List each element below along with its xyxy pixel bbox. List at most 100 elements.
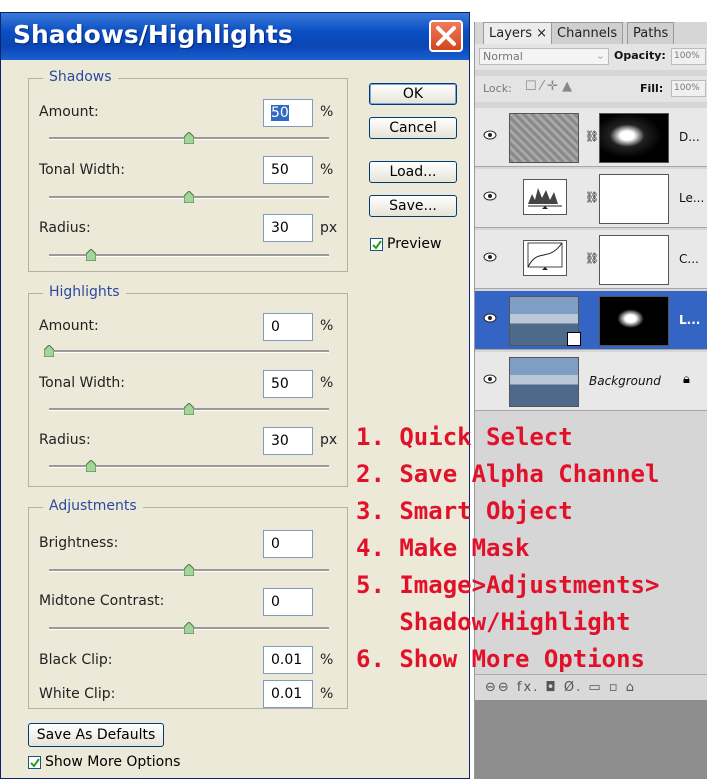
slider-thumb[interactable] [86,249,96,261]
layer-row-selected[interactable]: L... [475,291,707,350]
mask-thumbnail [599,296,669,346]
fill-label: Fill: [640,82,664,95]
shadows-amount-slider[interactable] [49,132,329,144]
close-button[interactable] [429,20,463,52]
shadows-tonal-width-label: Tonal Width: [39,162,125,178]
layers-footer: ⊖⊖ fx. ◘ Ø. ▭ ▫ ⌂ [475,674,707,701]
highlights-tonal-width-input[interactable]: 50 [263,370,313,398]
eye-icon[interactable] [483,374,497,384]
highlights-amount-slider[interactable] [44,345,329,357]
shadows-legend: Shadows [43,69,118,85]
white-clip-input[interactable]: 0.01 [263,680,313,708]
background-thumbnail [509,357,579,407]
shadows-radius-label: Radius: [39,220,91,236]
slider-thumb[interactable] [184,622,194,634]
save-button[interactable]: Save... [369,195,457,217]
highlights-radius-label: Radius: [39,432,91,448]
layer-row[interactable]: ⛓ C... [475,230,707,289]
chain-icon: ⛓ [585,252,599,265]
save-as-defaults-button[interactable]: Save As Defaults [28,723,164,747]
mask-thumbnail [599,113,669,163]
layer-name: D... [679,130,700,144]
slider-thumb[interactable] [184,191,194,203]
brightness-label: Brightness: [39,535,119,551]
highlights-radius-input[interactable]: 30 [263,427,313,455]
step-3: 3. Smart Object [356,497,573,525]
layer-name: Le... [679,191,705,205]
ok-button[interactable]: OK [369,83,457,105]
eye-icon[interactable] [483,130,497,140]
lock-icons[interactable]: ☐ ⁄ ✛ ▲ [525,79,572,94]
mask-thumbnail [599,235,669,285]
eye-icon[interactable] [483,252,497,262]
layer-row[interactable]: ⛓ Le... [475,169,707,228]
close-icon [436,26,456,46]
layer-row[interactable]: ⛓ D... [475,108,707,167]
brightness-slider[interactable] [49,564,329,576]
shadows-amount-unit: % [320,104,334,120]
midtone-contrast-slider[interactable] [49,622,329,634]
tab-paths[interactable]: Paths [627,22,675,44]
blend-mode-select[interactable]: Normal ⌄ [479,48,609,65]
tab-layers[interactable]: Layers × [483,22,554,44]
black-clip-unit: % [320,652,334,668]
midtone-contrast-label: Midtone Contrast: [39,593,165,609]
shadows-tonal-width-slider[interactable] [49,191,329,203]
adjustments-legend: Adjustments [43,498,143,514]
cancel-button[interactable]: Cancel [369,117,457,139]
slider-thumb[interactable] [86,460,96,472]
slider-thumb[interactable] [184,403,194,415]
show-more-options-checkbox[interactable] [28,756,41,769]
highlights-tonal-width-label: Tonal Width: [39,375,125,391]
fill-input[interactable]: 100% [671,80,706,97]
slider-thumb[interactable] [184,564,194,576]
highlights-amount-input[interactable]: 0 [263,313,313,341]
shadows-radius-slider[interactable] [49,249,329,261]
step-4: 4. Make Mask [356,534,530,562]
step-2: 2. Save Alpha Channel [356,460,660,488]
opacity-input[interactable]: 100% [671,48,706,65]
lock-fill-row: Lock: ☐ ⁄ ✛ ▲ Fill: 100% [475,76,707,102]
black-clip-input[interactable]: 0.01 [263,646,313,674]
preview-label: Preview [387,236,442,252]
show-more-options-label: Show More Options [45,754,181,770]
slider-thumb[interactable] [44,345,54,357]
eye-icon[interactable] [483,313,497,323]
preview-checkbox[interactable] [370,238,383,251]
shadows-radius-input[interactable]: 30 [263,214,313,242]
shadows-tonal-width-input[interactable]: 50 [263,156,313,184]
white-clip-unit: % [320,686,334,702]
smart-object-icon [567,332,581,346]
checkmark-icon [30,758,40,768]
layer-name: Background [589,374,661,388]
lock-label: Lock: [483,82,512,95]
eye-icon[interactable] [483,191,497,201]
shadows-amount-label: Amount: [39,104,99,120]
shadows-group: Shadows Amount: 50 % Tonal Width: 50 % R… [28,69,348,272]
highlights-radius-unit: px [320,432,338,448]
step-5: 5. Image>Adjustments> [356,571,660,599]
title-bar: Shadows/Highlights [1,13,469,60]
highlights-tonal-width-slider[interactable] [49,403,329,415]
footer-icons[interactable]: ⊖⊖ fx. ◘ Ø. ▭ ▫ ⌂ [485,680,636,695]
checkmark-icon [372,240,382,250]
shadows-amount-input[interactable]: 50 [263,99,313,127]
layer-row[interactable]: Background 🔒︎ [475,352,707,411]
chevron-down-icon: ⌄ [595,49,605,62]
opacity-label: Opacity: [614,49,666,62]
highlights-group: Highlights Amount: 0 % Tonal Width: 50 %… [28,284,348,487]
highlights-amount-unit: % [320,318,334,334]
highlights-radius-slider[interactable] [49,460,329,472]
load-button[interactable]: Load... [369,161,457,183]
levels-icon [523,179,567,215]
step-5-cont: Shadow/Highlight [356,608,631,636]
dialog-title: Shadows/Highlights [13,20,293,49]
slider-thumb[interactable] [184,132,194,144]
mask-thumbnail [599,174,669,224]
tab-channels[interactable]: Channels [551,22,624,44]
highlights-amount-label: Amount: [39,318,99,334]
midtone-contrast-input[interactable]: 0 [263,588,313,616]
white-clip-label: White Clip: [39,686,116,702]
black-clip-label: Black Clip: [39,652,113,668]
brightness-input[interactable]: 0 [263,530,313,558]
